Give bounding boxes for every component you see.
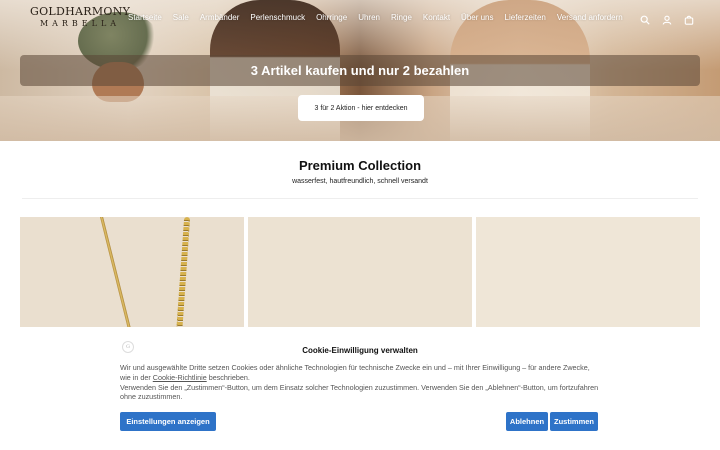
gold-rod-image xyxy=(100,217,137,327)
product-tile[interactable] xyxy=(248,217,472,327)
brand-logo-line2: MARBELLA xyxy=(39,19,121,28)
show-settings-button[interactable]: Einstellungen anzeigen xyxy=(120,412,216,431)
nav-item-startseite[interactable]: Startseite xyxy=(128,13,162,22)
promo-banner: 3 Artikel kaufen und nur 2 bezahlen xyxy=(20,55,700,86)
account-icon[interactable] xyxy=(662,12,672,25)
promo-button[interactable]: 3 für 2 Aktion - hier entdecken xyxy=(298,95,424,121)
product-tile[interactable] xyxy=(20,217,244,327)
cookie-title: Cookie-Einwilligung verwalten xyxy=(302,346,418,355)
promo-text: 3 Artikel kaufen und nur 2 bezahlen xyxy=(250,63,470,78)
brand-logo-line1: GOLDHARMONY xyxy=(30,5,131,18)
nav-item-armbaender[interactable]: Armbänder xyxy=(200,13,240,22)
nav-item-lieferzeiten[interactable]: Lieferzeiten xyxy=(505,13,546,22)
collection-title: Premium Collection xyxy=(298,158,422,173)
nav-item-versand[interactable]: Versand anfordern xyxy=(557,13,623,22)
search-icon[interactable] xyxy=(640,12,650,25)
brand-logo[interactable]: GOLDHARMONY MARBELLA xyxy=(30,5,130,29)
nav-item-sale[interactable]: Sale xyxy=(173,13,189,22)
accept-button[interactable]: Zustimmen xyxy=(550,412,598,431)
cookie-text-part3: Verwenden Sie den „Zustimmen“-Button, um… xyxy=(120,382,599,402)
main-nav: Startseite Sale Armbänder Perlenschmuck … xyxy=(128,13,623,22)
cookie-text: Wir und ausgewählte Dritte setzen Cookie… xyxy=(120,363,600,402)
bag-icon[interactable] xyxy=(684,12,694,25)
cookie-text-part2: beschrieben. xyxy=(208,372,250,382)
collection-subtitle: wasserfest, hautfreundlich, schnell vers… xyxy=(292,178,428,185)
gold-chain-image xyxy=(175,217,191,327)
nav-item-ueber-uns[interactable]: Über uns xyxy=(461,13,493,22)
product-tile[interactable] xyxy=(476,217,700,327)
nav-item-uhren[interactable]: Uhren xyxy=(358,13,380,22)
nav-item-kontakt[interactable]: Kontakt xyxy=(423,13,450,22)
header-icons xyxy=(640,12,694,25)
nav-item-perlenschmuck[interactable]: Perlenschmuck xyxy=(250,13,305,22)
nav-item-ohrringe[interactable]: Ohrringe xyxy=(316,13,347,22)
nav-item-ringe[interactable]: Ringe xyxy=(391,13,412,22)
cookie-policy-link[interactable]: Cookie-Richtlinie xyxy=(153,373,207,382)
reject-button[interactable]: Ablehnen xyxy=(506,412,548,431)
divider xyxy=(22,198,698,199)
